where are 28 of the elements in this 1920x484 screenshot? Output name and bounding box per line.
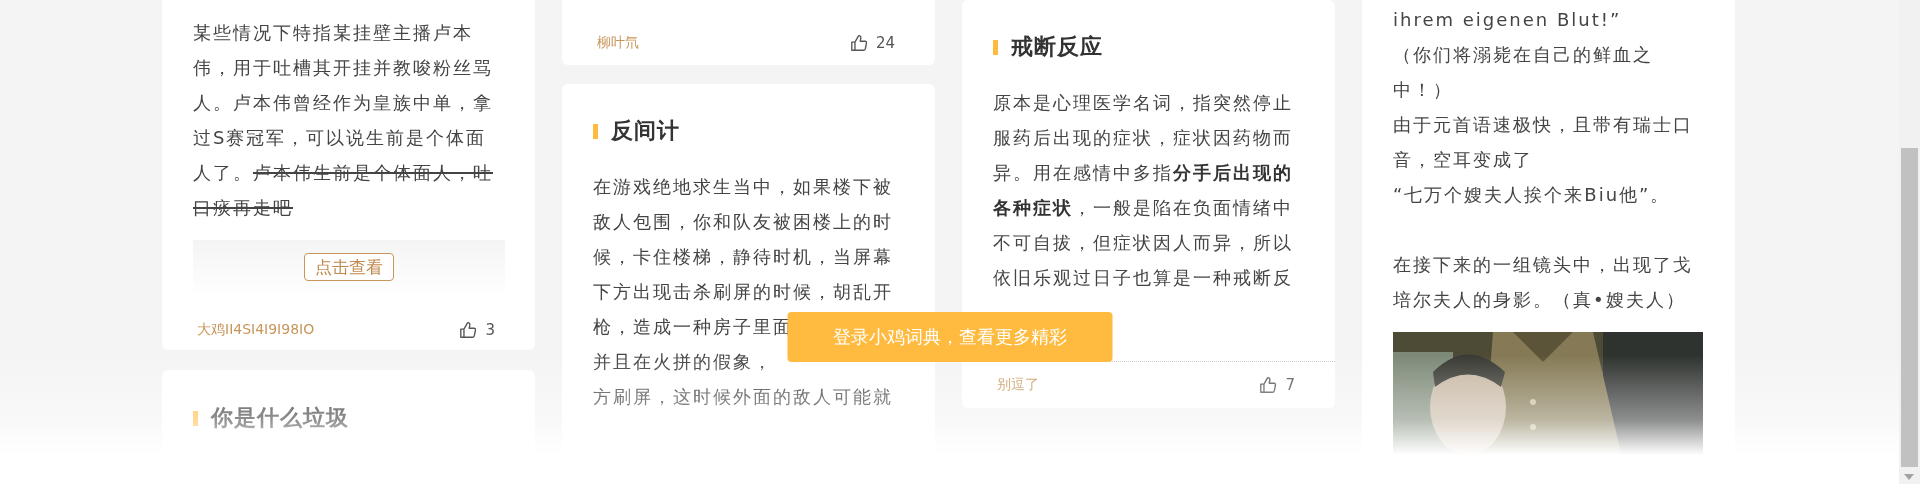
like-count: 3: [485, 321, 495, 339]
scrollbar-thumb[interactable]: [1901, 148, 1918, 467]
card-title: 反间计: [611, 117, 680, 145]
card-text: 原本是心理医学名词，指突然停止服药后出现的症状，症状因药物而异。用在感情中多指分手后出现的各种症状，一般是陷在负面情绪中不可自拔，但症状因人而异，所以依旧乐观过日子也算是一种戒断反: [993, 91, 1294, 290]
card-text: 某些情况下特指某挂壁主播卢本伟，用于吐槽其开挂并教唆粉丝骂人。卢本伟曾经作为皇族中单，拿过S赛冠军，可以说生前是个体面人了。卢本伟生前是个体面人，吐口痰再走吧: [193, 21, 494, 220]
author-link[interactable]: 大鸡II4SI4I9I98IO: [197, 321, 315, 339]
title-bar-icon: [193, 410, 198, 426]
like-count: 24: [875, 34, 895, 52]
card-text: 方刷屏，这时候外面的敌人可能就: [593, 385, 893, 409]
card-text: “七万个嫂夫人挨个来Biu他”。: [1393, 183, 1672, 207]
thumbs-up-icon[interactable]: [1259, 376, 1278, 394]
like-count: 7: [1285, 376, 1295, 394]
title-bar-icon: [993, 39, 998, 55]
card-text: 并且在火拼的假象，: [593, 350, 773, 374]
card-text: 在游戏绝地求生当中，如果楼下被敌人包围，你和队友被困楼上的时候，卡住楼梯，静待时机，当屏幕下方出现击杀刷屏的时候，胡乱开: [593, 175, 894, 304]
author-link[interactable]: 别逗了: [997, 376, 1039, 394]
card-title: 你是什么垃圾: [211, 404, 349, 432]
title-bar-icon: [593, 123, 598, 139]
card-text: 由于元首语速极快，且带有瑞士口音，空耳变成了: [1393, 113, 1694, 172]
card-text: 在接下来的一组镜头中，出现了戈培尔夫人的身影。（真•嫂夫人）: [1393, 253, 1694, 312]
login-button[interactable]: 登录小鸡词典，查看更多精彩: [787, 312, 1112, 362]
card-text: ihrem eigenen Blut!”: [1393, 8, 1623, 32]
reveal-button[interactable]: 点击查看: [304, 253, 394, 281]
card-text: （你们将溺毙在自己的鲜血之中！）: [1393, 43, 1654, 102]
author-link[interactable]: 柳叶氘: [597, 34, 639, 52]
card-title: 戒断反应: [1011, 33, 1103, 61]
thumbs-up-icon[interactable]: [459, 321, 478, 339]
thumbs-up-icon[interactable]: [849, 34, 868, 52]
